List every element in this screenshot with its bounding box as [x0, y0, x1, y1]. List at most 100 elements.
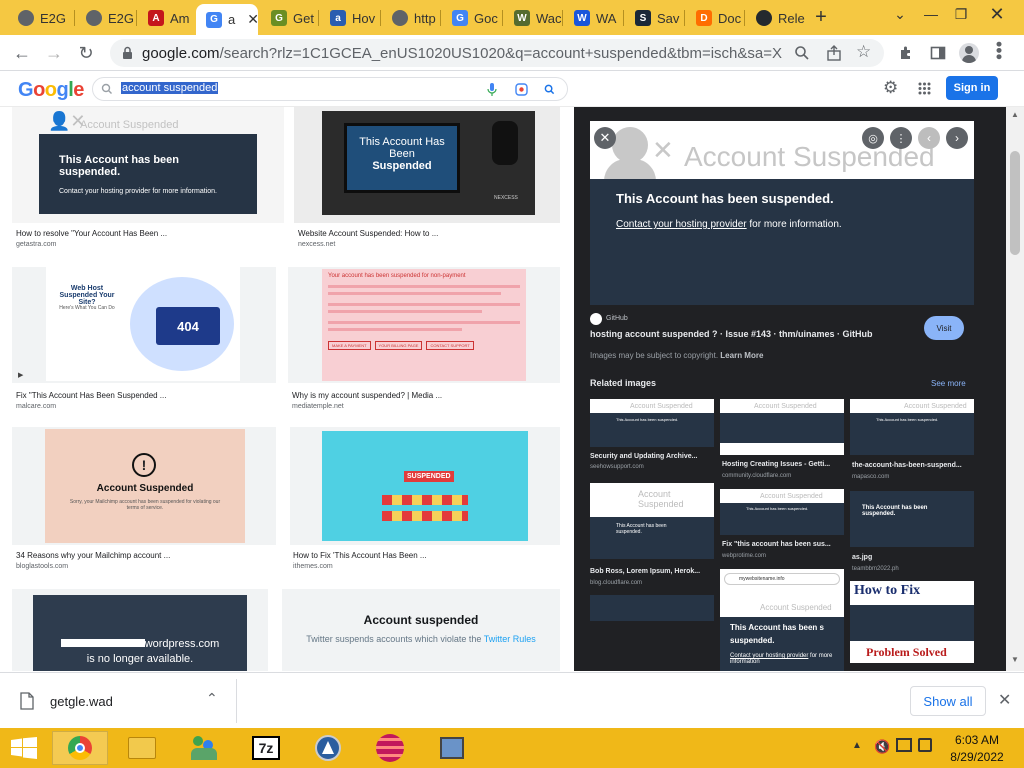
- search-query[interactable]: account suspended: [121, 82, 219, 94]
- visit-button[interactable]: Visit: [924, 316, 964, 340]
- result-thumbnail[interactable]: 👤✕ Account Suspended This Account has be…: [12, 107, 284, 223]
- search-box[interactable]: account suspended: [92, 77, 568, 101]
- related-thumbnail[interactable]: Account Suspended This Account has been …: [590, 399, 714, 447]
- result-thumbnail[interactable]: SUSPENDED: [290, 427, 560, 545]
- start-button[interactable]: [4, 731, 44, 765]
- lens-search-button[interactable]: ◎: [862, 127, 884, 149]
- microphone-icon[interactable]: [487, 83, 497, 96]
- more-options-button[interactable]: ⋮: [890, 127, 912, 149]
- settings-gear-icon[interactable]: ⚙: [883, 78, 898, 98]
- related-caption[interactable]: Hosting Creating Issues - Getti...: [722, 461, 830, 468]
- result-thumbnail[interactable]: Web Host Suspended Your Site? Here's Wha…: [12, 267, 276, 383]
- apps-grid-icon[interactable]: [918, 82, 931, 95]
- tab-3[interactable]: Ga ✕: [196, 4, 258, 35]
- result-thumbnail[interactable]: This Account Has Been Suspended NEXCESS: [294, 107, 560, 223]
- search-submit-icon[interactable]: [544, 84, 555, 95]
- profile-avatar[interactable]: [959, 43, 979, 63]
- tab-9[interactable]: W WA: [564, 4, 622, 32]
- taskbar-file-explorer[interactable]: [114, 731, 170, 765]
- sign-in-button[interactable]: Sign in: [946, 76, 998, 100]
- show-all-button[interactable]: Show all: [910, 686, 986, 716]
- scroll-down-arrow[interactable]: ▼: [1011, 655, 1019, 664]
- related-caption[interactable]: as.jpg: [852, 554, 872, 561]
- result-caption[interactable]: How to Fix 'This Account Has Been ...: [293, 551, 427, 560]
- related-thumbnail[interactable]: [590, 595, 714, 621]
- forward-button[interactable]: →: [42, 41, 66, 65]
- taskbar-7zip[interactable]: 7z: [238, 731, 294, 765]
- tab-5[interactable]: a Hov: [320, 4, 380, 32]
- back-button[interactable]: ←: [10, 41, 34, 65]
- tab-2[interactable]: A Am: [138, 4, 194, 32]
- related-thumbnail[interactable]: Account Suspended This Account has been …: [590, 483, 714, 559]
- scrollbar-thumb[interactable]: [1010, 151, 1020, 255]
- result-title[interactable]: hosting account suspended ? · Issue #143…: [590, 329, 873, 339]
- google-logo[interactable]: Google: [18, 79, 84, 102]
- related-thumbnail[interactable]: Account Suspended This Account has been …: [850, 399, 974, 455]
- chevron-up-icon[interactable]: ⌃: [206, 690, 218, 707]
- camera-lens-icon[interactable]: [515, 83, 528, 96]
- restore-button[interactable]: ❐: [946, 2, 976, 26]
- zoom-icon[interactable]: [794, 45, 810, 61]
- taskbar-chrome[interactable]: [52, 731, 108, 765]
- download-filename[interactable]: getgle.wad: [50, 694, 113, 709]
- network-icon[interactable]: [896, 738, 912, 752]
- tab-7[interactable]: G Goc: [442, 4, 502, 32]
- taskbar-app-c[interactable]: [424, 731, 480, 765]
- share-icon[interactable]: [826, 45, 842, 61]
- address-bar[interactable]: google.com/search?rlz=1C1GCEA_enUS1020US…: [110, 39, 884, 67]
- tab-1[interactable]: E2G: [76, 4, 136, 32]
- result-thumbnail[interactable]: Your account has been suspended for non-…: [288, 267, 560, 383]
- clock-time[interactable]: 6:03 AM: [952, 733, 1002, 747]
- menu-kebab-icon[interactable]: •••: [989, 41, 1009, 60]
- extensions-puzzle-icon[interactable]: [898, 45, 914, 61]
- close-panel-button[interactable]: ✕: [594, 127, 616, 149]
- result-caption[interactable]: Why is my account suspended? | Media ...: [292, 391, 442, 400]
- reload-button[interactable]: ↻: [74, 41, 98, 65]
- tab-0[interactable]: E2G: [8, 4, 72, 32]
- see-more-link[interactable]: See more: [931, 379, 966, 388]
- preview-image[interactable]: ✕ Account Suspended This Account has bee…: [590, 121, 974, 305]
- source-name[interactable]: GitHub: [606, 315, 628, 322]
- tab-search-icon[interactable]: ⌄: [885, 2, 915, 26]
- close-window-button[interactable]: ✕: [982, 2, 1012, 26]
- related-thumbnail[interactable]: Account Suspended: [720, 399, 844, 455]
- new-tab-button[interactable]: +: [808, 4, 834, 30]
- tab-12[interactable]: Rele: [746, 4, 808, 32]
- clock-date[interactable]: 8/29/2022: [948, 750, 1006, 764]
- result-thumbnail[interactable]: ! Account Suspended Sorry, your Mailchim…: [12, 427, 276, 545]
- related-caption[interactable]: the-account-has-been-suspend...: [852, 462, 962, 469]
- tray-show-hidden-icon[interactable]: ▲: [852, 740, 862, 751]
- taskbar-app-b[interactable]: [362, 731, 418, 765]
- result-caption[interactable]: Fix "This Account Has Been Suspended ...: [16, 391, 166, 400]
- result-thumbnail[interactable]: Account suspended Twitter suspends accou…: [282, 589, 560, 671]
- related-caption[interactable]: Security and Updating Archive...: [590, 453, 698, 460]
- tab-6[interactable]: http: [382, 4, 440, 32]
- action-center-icon[interactable]: [918, 738, 932, 752]
- scroll-up-arrow[interactable]: ▲: [1011, 110, 1019, 119]
- result-caption[interactable]: How to resolve "Your Account Has Been ..…: [16, 229, 167, 238]
- result-caption[interactable]: Website Account Suspended: How to ...: [298, 229, 438, 238]
- next-image-button[interactable]: ›: [946, 127, 968, 149]
- result-thumbnail[interactable]: wordpress.com is no longer available.: [12, 589, 268, 671]
- taskbar-app-a[interactable]: [300, 731, 356, 765]
- related-thumbnail[interactable]: mywebsitename.info Account Suspended Thi…: [720, 569, 844, 671]
- tab-close-icon[interactable]: ✕: [247, 11, 258, 28]
- related-thumbnail[interactable]: Account Suspended This Account has been …: [720, 489, 844, 535]
- bookmark-star-icon[interactable]: ☆: [856, 42, 871, 62]
- related-caption[interactable]: Bob Ross, Lorem Ipsum, Herok...: [590, 568, 700, 575]
- tab-4[interactable]: G Get: [261, 4, 317, 32]
- related-thumbnail[interactable]: How to Fix Problem Solved: [850, 581, 974, 663]
- result-caption[interactable]: 34 Reasons why your Mailchimp account ..…: [16, 551, 170, 560]
- minimize-button[interactable]: —: [916, 2, 946, 26]
- tab-10[interactable]: S Sav: [625, 4, 683, 32]
- panel-scrollbar[interactable]: ▲ ▼: [1006, 107, 1024, 671]
- prev-image-button[interactable]: ‹: [918, 127, 940, 149]
- related-thumbnail[interactable]: This Account has been suspended.: [850, 491, 974, 547]
- tab-8[interactable]: W Wac: [504, 4, 562, 32]
- taskbar-people[interactable]: [176, 731, 232, 765]
- tab-11[interactable]: D Doc: [686, 4, 744, 32]
- learn-more-link[interactable]: Learn More: [720, 351, 763, 360]
- side-panel-icon[interactable]: [930, 45, 946, 61]
- related-caption[interactable]: Fix "this account has been sus...: [722, 541, 831, 548]
- close-download-bar-icon[interactable]: ✕: [998, 690, 1011, 710]
